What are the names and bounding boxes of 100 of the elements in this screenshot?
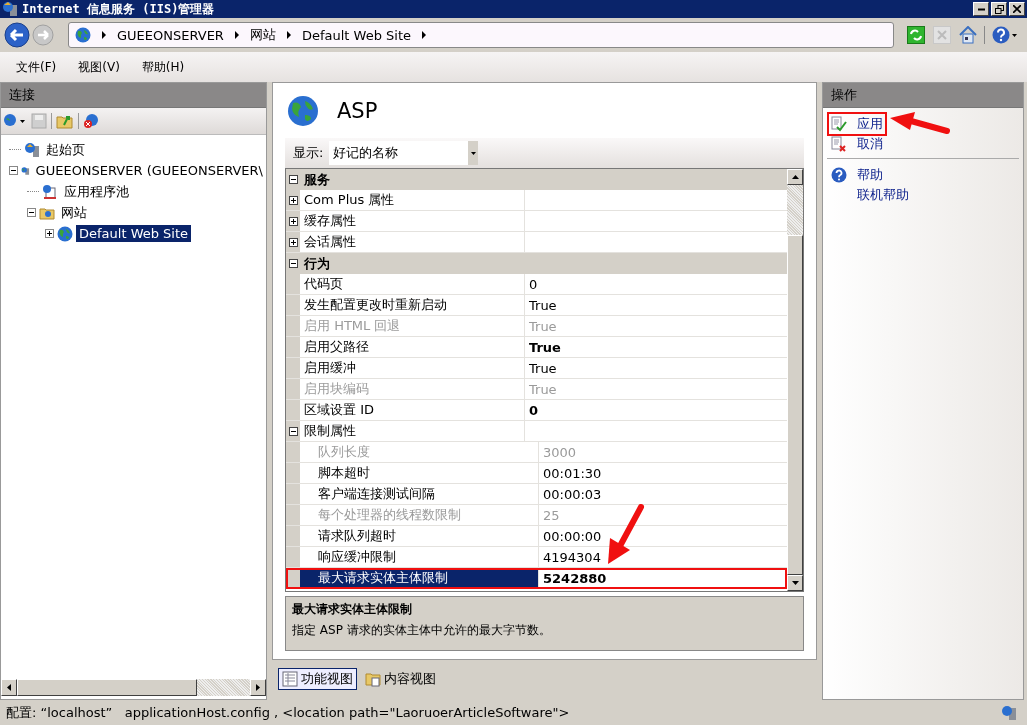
view-tab[interactable]: 内容视图 bbox=[361, 668, 440, 690]
scroll-right-icon bbox=[256, 684, 260, 691]
annotation-arrow bbox=[889, 111, 951, 137]
filter-label: 显示: bbox=[293, 144, 324, 162]
vertical-scrollbar[interactable] bbox=[787, 169, 803, 591]
help-icon bbox=[831, 167, 847, 183]
close-icon bbox=[1013, 5, 1021, 13]
globe-icon bbox=[287, 94, 319, 127]
property-value: 00:00:00 bbox=[543, 528, 602, 544]
restore-icon bbox=[994, 4, 1004, 14]
server-icon bbox=[1001, 704, 1017, 721]
connect-button[interactable] bbox=[3, 113, 27, 129]
property-value: 0 bbox=[529, 402, 539, 418]
property-name: 队列长度 bbox=[318, 443, 370, 461]
collapse-toggle[interactable] bbox=[289, 259, 298, 268]
property-row[interactable]: 代码页 0 bbox=[286, 274, 787, 295]
tree-item[interactable]: GUEEONSERVER (GUEEONSERVER\ bbox=[32, 162, 266, 179]
scroll-down-icon bbox=[791, 581, 799, 585]
close-button[interactable] bbox=[1009, 2, 1025, 16]
collapse-toggle[interactable] bbox=[27, 208, 36, 217]
scrollbar-thumb[interactable] bbox=[17, 679, 197, 696]
annotation-arrow bbox=[606, 504, 646, 566]
property-value: 4194304 bbox=[543, 549, 601, 565]
home-server-icon bbox=[24, 141, 40, 158]
display-dropdown[interactable]: 好记的名称 bbox=[329, 141, 479, 165]
view-tab[interactable]: 功能视图 bbox=[278, 668, 357, 690]
property-value: 5242880 bbox=[543, 570, 607, 586]
property-value: 25 bbox=[543, 507, 560, 523]
property-name: 脚本超时 bbox=[318, 464, 370, 482]
property-name: 发生配置更改时重新启动 bbox=[304, 296, 447, 314]
breadcrumb-item[interactable]: 网站 bbox=[249, 26, 276, 44]
property-name: Com Plus 属性 bbox=[304, 191, 395, 209]
tree-item[interactable]: 应用程序池 bbox=[61, 181, 132, 202]
property-name: 启用缓冲 bbox=[304, 359, 356, 377]
restore-button[interactable] bbox=[991, 2, 1007, 16]
minimize-button[interactable] bbox=[973, 2, 989, 16]
property-row[interactable]: 启用缓冲 True bbox=[286, 358, 787, 379]
chevron-right-icon bbox=[285, 31, 292, 39]
property-name: 会话属性 bbox=[304, 233, 356, 251]
folder-icon bbox=[365, 671, 381, 687]
globe-icon bbox=[75, 27, 91, 43]
app-icon bbox=[2, 1, 18, 17]
refresh-button[interactable] bbox=[904, 26, 928, 44]
breadcrumb-item[interactable]: Default Web Site bbox=[301, 27, 411, 43]
property-value: True bbox=[529, 381, 557, 397]
property-value: 3000 bbox=[543, 444, 577, 460]
property-row[interactable]: 客户端连接测试间隔 00:00:03 bbox=[286, 484, 787, 505]
breadcrumb-item[interactable]: GUEEONSERVER bbox=[117, 27, 224, 43]
expand-toggle[interactable] bbox=[288, 216, 298, 226]
panel-header: 操作 bbox=[823, 83, 1023, 108]
document-cross-icon bbox=[831, 136, 847, 152]
property-row[interactable]: 发生配置更改时重新启动 True bbox=[286, 295, 787, 316]
panel-header: 连接 bbox=[1, 83, 266, 108]
property-row[interactable]: 缓存属性 bbox=[286, 211, 787, 232]
address-bar[interactable]: GUEEONSERVER 网站 Default Web Site bbox=[68, 22, 894, 48]
property-name: 缓存属性 bbox=[304, 212, 356, 230]
disconnect-button[interactable] bbox=[83, 113, 101, 129]
folder-up-button[interactable] bbox=[56, 113, 74, 129]
property-row[interactable]: Com Plus 属性 bbox=[286, 190, 787, 211]
category-label[interactable]: 服务 bbox=[304, 170, 330, 189]
status-text: 配置: “localhost” applicationHost.config , <location path="LaoruoerArticleSoftware"> bbox=[6, 703, 570, 722]
property-row[interactable]: 限制属性 bbox=[286, 421, 787, 442]
chevron-right-icon bbox=[101, 31, 107, 39]
menu-item[interactable]: 帮助(H) bbox=[141, 58, 185, 76]
property-row[interactable]: 区域设置 ID 0 bbox=[286, 400, 787, 421]
property-value: True bbox=[529, 339, 561, 355]
property-name: 客户端连接测试间隔 bbox=[318, 485, 435, 503]
property-name: 启用 HTML 回退 bbox=[304, 317, 401, 335]
property-value: 0 bbox=[529, 276, 538, 292]
globe-icon bbox=[57, 225, 73, 242]
tree-item[interactable]: 起始页 bbox=[43, 139, 88, 160]
collapse-toggle[interactable] bbox=[9, 166, 18, 175]
document-check-icon bbox=[831, 116, 847, 132]
action-link[interactable]: 应用 bbox=[827, 112, 887, 136]
property-value: 00:00:03 bbox=[543, 486, 602, 502]
property-row[interactable]: 最大请求实体主体限制 5242880 bbox=[286, 568, 787, 589]
property-name: 最大请求实体主体限制 bbox=[318, 569, 448, 587]
scrollbar-thumb[interactable] bbox=[787, 235, 803, 575]
property-row[interactable]: 脚本超时 00:01:30 bbox=[286, 463, 787, 484]
property-value: True bbox=[529, 318, 557, 334]
horizontal-scrollbar[interactable] bbox=[1, 679, 266, 696]
menu-item[interactable]: 视图(V) bbox=[78, 58, 120, 76]
tree-item[interactable]: 网站 bbox=[58, 202, 90, 223]
expand-toggle[interactable] bbox=[288, 237, 298, 247]
category-label[interactable]: 行为 bbox=[304, 254, 330, 273]
chevron-right-icon bbox=[233, 31, 240, 39]
property-row[interactable]: 启用父路径 True bbox=[286, 337, 787, 358]
menu-item[interactable]: 文件(F) bbox=[16, 58, 57, 76]
expand-toggle[interactable] bbox=[288, 195, 298, 205]
back-button[interactable] bbox=[4, 22, 30, 48]
property-name: 请求队列超时 bbox=[318, 527, 396, 545]
property-name: 启用父路径 bbox=[304, 338, 369, 356]
description-title: 最大请求实体主体限制 bbox=[292, 601, 413, 618]
collapse-toggle[interactable] bbox=[288, 426, 298, 436]
property-name: 响应缓冲限制 bbox=[318, 548, 396, 566]
chevron-right-icon bbox=[421, 31, 427, 39]
expand-toggle[interactable] bbox=[45, 229, 54, 238]
scroll-up-icon bbox=[791, 175, 799, 179]
collapse-toggle[interactable] bbox=[289, 175, 298, 184]
tree-item[interactable]: Default Web Site bbox=[76, 225, 192, 242]
